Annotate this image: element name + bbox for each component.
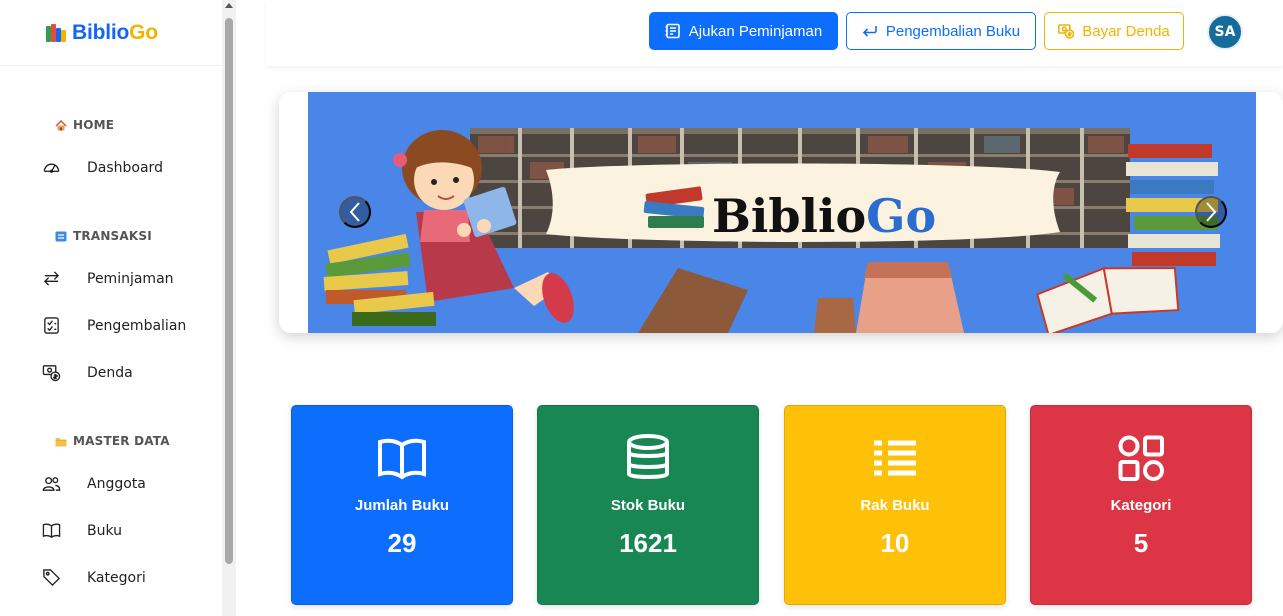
sidebar-scrollbar[interactable] (222, 0, 236, 616)
sidebar-item-label: Buku (87, 522, 123, 539)
user-avatar[interactable]: SA (1207, 14, 1243, 50)
folder-icon (55, 436, 67, 447)
tag-icon (41, 569, 61, 587)
stat-card-kategori[interactable]: Kategori 5 (1030, 405, 1252, 605)
return-book-button[interactable]: Pengembalian Buku (846, 12, 1036, 50)
transaction-icon (55, 231, 67, 242)
sidebar-item-buku[interactable]: Buku (0, 507, 224, 554)
sidebar: BiblioGo HOME Dashboard TRANSAKSI Peminj… (0, 0, 224, 616)
carousel-prev-button[interactable] (339, 196, 371, 228)
chevron-right-icon (1206, 202, 1217, 222)
sidebar-item-label: Dashboard (87, 159, 163, 176)
scroll-up-arrow-icon[interactable] (225, 3, 233, 8)
borrow-form-icon (665, 23, 680, 39)
arrows-exchange-icon (41, 270, 61, 288)
cash-coin-icon (1058, 24, 1075, 39)
pay-fine-button[interactable]: Bayar Denda (1044, 12, 1184, 50)
stat-card-stok-buku[interactable]: Stok Buku 1621 (537, 405, 759, 605)
grid-shapes-icon (1116, 433, 1166, 483)
stat-card-jumlah-buku[interactable]: Jumlah Buku 29 (291, 405, 513, 605)
app-root: BiblioGo HOME Dashboard TRANSAKSI Peminj… (0, 0, 1283, 616)
open-book-icon (377, 433, 427, 483)
sidebar-item-label: Anggota (87, 475, 146, 492)
stat-value: 29 (387, 528, 417, 558)
home-icon (55, 119, 67, 131)
sidebar-item-denda[interactable]: Denda (0, 349, 224, 396)
stat-label: Kategori (1110, 497, 1172, 514)
nav-section-home: HOME (0, 106, 224, 144)
nav-section-transaksi: TRANSAKSI (0, 191, 224, 255)
people-icon (41, 475, 61, 493)
topbar: Ajukan Peminjaman Pengembalian Buku Baya… (266, 0, 1283, 66)
list-columns-icon (870, 433, 920, 483)
banner-carousel: BiblioGo (279, 92, 1283, 333)
stat-value: 5 (1133, 528, 1149, 558)
svg-text:BiblioGo: BiblioGo (712, 189, 936, 243)
stat-label: Jumlah Buku (354, 497, 450, 514)
stat-card-rak-buku[interactable]: Rak Buku 10 (784, 405, 1006, 605)
sidebar-item-pengembalian[interactable]: Pengembalian (0, 302, 224, 349)
chevron-left-icon (349, 202, 360, 222)
checklist-icon (41, 317, 61, 335)
nav-section-master-data: MASTER DATA (0, 396, 224, 460)
scrollbar-thumb[interactable] (225, 18, 233, 564)
brand-wordmark: BiblioGo (72, 20, 158, 44)
book-icon (41, 522, 61, 540)
sidebar-item-anggota[interactable]: Anggota (0, 460, 224, 507)
database-icon (623, 433, 673, 483)
sidebar-nav: HOME Dashboard TRANSAKSI Peminjaman Peng… (0, 66, 224, 601)
stat-value: 10 (880, 528, 910, 558)
sidebar-item-peminjaman[interactable]: Peminjaman (0, 255, 224, 302)
sidebar-item-label: Kategori (87, 569, 146, 586)
stat-value: 1621 (619, 528, 677, 558)
sidebar-item-dashboard[interactable]: Dashboard (0, 144, 224, 191)
stat-label: Rak Buku (860, 497, 930, 514)
sidebar-item-label: Peminjaman (87, 270, 174, 287)
banner-slide-image: BiblioGo (308, 92, 1256, 333)
dashboard-gauge-icon (41, 159, 61, 177)
banner-title-part1: Biblio (712, 189, 866, 243)
banner-title-part2: Go (866, 189, 936, 243)
sidebar-item-label: Pengembalian (87, 317, 187, 334)
fine-cash-icon (41, 364, 61, 382)
sidebar-item-kategori[interactable]: Kategori (0, 554, 224, 601)
borrow-request-button[interactable]: Ajukan Peminjaman (649, 12, 838, 50)
carousel-next-button[interactable] (1195, 196, 1227, 228)
return-arrow-icon (862, 26, 877, 37)
sidebar-item-label: Denda (87, 364, 133, 381)
stat-label: Stok Buku (610, 497, 686, 514)
brand-logo[interactable]: BiblioGo (0, 0, 224, 66)
books-logo-icon (46, 23, 66, 42)
